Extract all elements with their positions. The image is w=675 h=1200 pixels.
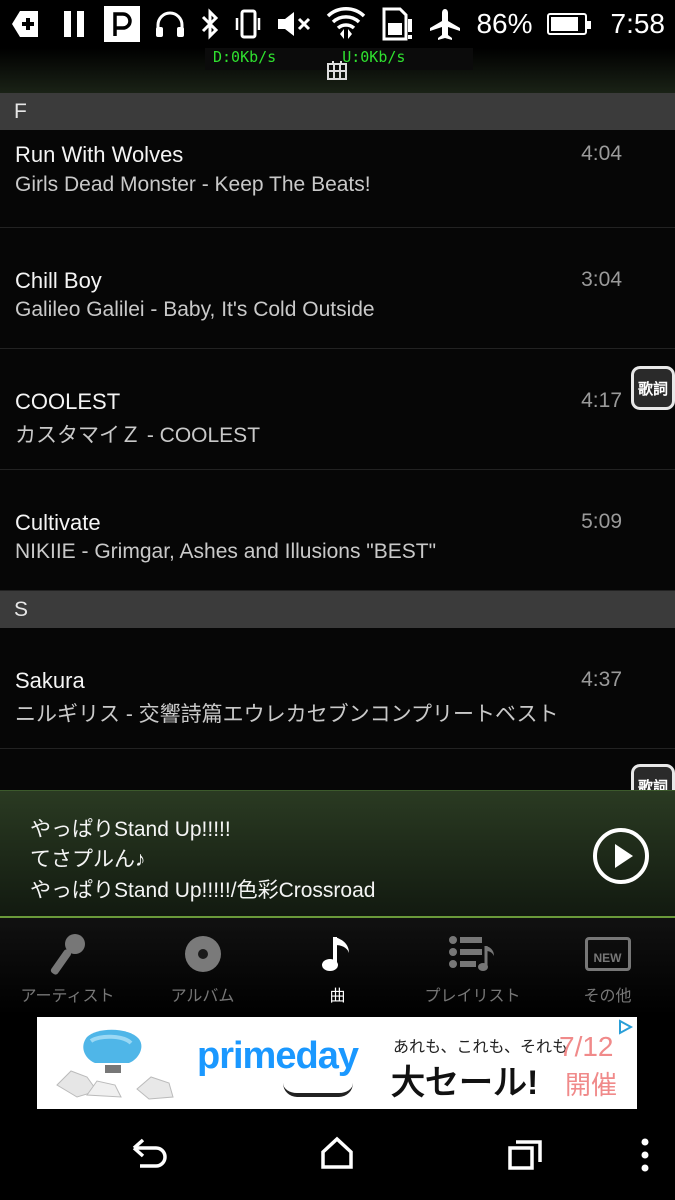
ad-banner[interactable]: primeday あれも、これも、それも 大セール! 7/12 開催 [37, 1017, 637, 1109]
overflow-menu-icon[interactable] [640, 1138, 650, 1172]
tab-playlist[interactable]: プレイリスト [405, 918, 540, 1016]
pause-icon [62, 9, 86, 39]
now-playing-bar[interactable]: やっぱりStand Up!!!!! てさプルん♪ やっぱりStand Up!!!… [0, 790, 675, 918]
clock: 7:58 [610, 8, 666, 39]
now-playing-title: やっぱりStand Up!!!!! [30, 818, 231, 841]
ad-copy: あれも、これも、それも [393, 1039, 569, 1056]
song-subtitle: ニルギリス - 交響詩篇エウレカセブンコンプリートベスト [15, 703, 559, 726]
adchoices-icon[interactable] [617, 1019, 633, 1035]
grid-icon [327, 60, 347, 86]
song-list[interactable]: F Run With Wolves Girls Dead Monster - K… [0, 93, 675, 790]
section-header-f: F [0, 93, 675, 130]
tab-songs[interactable]: 曲 [270, 918, 405, 1016]
airplane-icon [428, 7, 462, 41]
song-row[interactable]: Run With Wolves Girls Dead Monster - Kee… [0, 130, 675, 228]
bottom-tab-bar: アーティスト アルバム 曲 プレイリスト NEW その他 [0, 918, 675, 1016]
battery-percent: 86% [476, 8, 533, 39]
song-title: Chill Boy [15, 268, 102, 293]
music-note-icon [321, 932, 355, 976]
song-duration: 3:04 [581, 268, 622, 291]
playlist-icon [448, 932, 498, 976]
song-subtitle: Girls Dead Monster - Keep The Beats! [15, 173, 371, 196]
now-playing-album: やっぱりStand Up!!!!!/色彩Crossroad [30, 879, 376, 902]
song-duration: 4:17 [581, 389, 622, 412]
recent-apps-icon[interactable] [508, 1140, 542, 1170]
headphones-icon [154, 9, 186, 39]
ad-sale: 大セール! [391, 1064, 539, 1102]
new-badge-label: NEW [584, 937, 631, 971]
song-row[interactable]: Cultivate NIKIIE - Grimgar, Ashes and Il… [0, 470, 675, 591]
system-nav-bar [0, 1110, 675, 1200]
song-row[interactable]: 歌詞 [0, 749, 675, 790]
song-duration: 4:04 [581, 142, 622, 165]
tab-label: 曲 [329, 988, 346, 1005]
ad-illustration [56, 1029, 174, 1100]
ad-date-suffix: 開催 [565, 1070, 618, 1100]
bluetooth-icon [200, 8, 220, 40]
microphone-icon [49, 932, 87, 976]
tab-label: アーティスト [20, 988, 115, 1005]
song-row[interactable]: Chill Boy Galileo Galilei - Baby, It's C… [0, 228, 675, 349]
new-badge-icon: NEW [584, 932, 631, 976]
battery-icon [546, 13, 591, 35]
tab-label: プレイリスト [424, 988, 521, 1005]
ad-date: 7/12 [559, 1031, 614, 1062]
tab-artist[interactable]: アーティスト [0, 918, 135, 1016]
back-icon[interactable] [132, 1138, 168, 1172]
sim-alert-icon [380, 7, 414, 41]
wifi-icon [326, 6, 366, 42]
ad-smile-logo [283, 1083, 353, 1097]
song-subtitle: Galileo Galilei - Baby, It's Cold Outsid… [15, 298, 375, 321]
download-speed: D:0Kb/s [213, 48, 277, 66]
song-title: COOLEST [15, 389, 121, 414]
tab-label: アルバム [170, 988, 235, 1005]
tab-label: その他 [583, 988, 632, 1005]
song-row[interactable]: COOLEST カスタマイＺ - COOLEST 4:17 歌詞 [0, 349, 675, 470]
song-subtitle: カスタマイＺ - COOLEST [15, 424, 261, 447]
song-title: Sakura [15, 668, 85, 693]
app-p-icon [104, 6, 140, 42]
home-icon[interactable] [320, 1136, 354, 1170]
tab-album[interactable]: アルバム [135, 918, 270, 1016]
mute-icon [276, 9, 312, 39]
play-button[interactable] [593, 828, 649, 884]
song-row[interactable]: Sakura ニルギリス - 交響詩篇エウレカセブンコンプリートベスト 4:37 [0, 628, 675, 749]
song-title: Cultivate [15, 510, 101, 535]
upload-speed: U:0Kb/s [342, 48, 406, 66]
song-title: Run With Wolves [15, 142, 184, 167]
traffic-bar: D:0Kb/s U:0Kb/s [0, 48, 675, 93]
song-duration: 4:37 [581, 668, 622, 691]
lyrics-button[interactable]: 歌詞 [631, 764, 675, 790]
phone-vibrate-icon [234, 8, 262, 40]
status-bar: 86% 7:58 [0, 0, 675, 48]
lyrics-button[interactable]: 歌詞 [631, 366, 675, 410]
song-duration: 5:09 [581, 510, 622, 533]
disc-icon [184, 932, 221, 976]
add-box-icon [10, 7, 44, 41]
now-playing-artist: てさプルん♪ [30, 848, 146, 871]
section-header-s: S [0, 591, 675, 628]
ad-brand: primeday [197, 1035, 359, 1077]
tab-other[interactable]: NEW その他 [540, 918, 675, 1016]
song-subtitle: NIKIIE - Grimgar, Ashes and Illusions "B… [15, 540, 437, 563]
